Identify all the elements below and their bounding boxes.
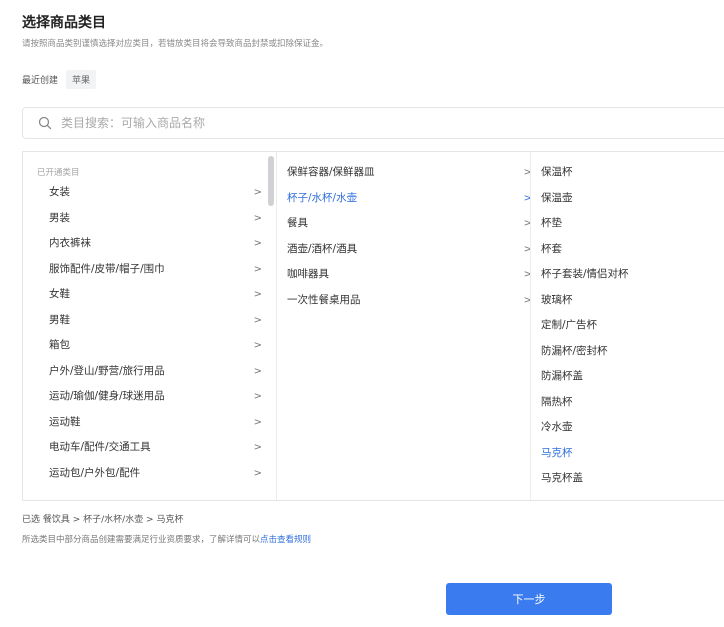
category-level1-item-label: 户外/登山/野营/旅行用品 bbox=[49, 364, 165, 377]
search-input[interactable] bbox=[59, 115, 663, 131]
category-column-level2[interactable]: 保鲜容器/保鲜器皿>杯子/水杯/水壶>餐具>酒壶/酒杯/酒具>咖啡器具>一次性餐… bbox=[276, 152, 530, 500]
category-level3-item-label: 定制/广告杯 bbox=[541, 319, 598, 331]
category-level2-item-label: 酒壶/酒杯/酒具 bbox=[287, 242, 358, 255]
category-level3-item-label: 隔热杯 bbox=[541, 395, 573, 408]
category-level3-item-label: 杯套 bbox=[541, 242, 562, 255]
category-level1-item[interactable]: 箱包 > bbox=[23, 333, 268, 359]
category-level1-item[interactable]: 内衣裤袜 > bbox=[23, 231, 268, 257]
category-level1-item-label: 女装 bbox=[49, 186, 70, 198]
category-level3-item-label: 冷水壶 bbox=[541, 421, 573, 433]
category-level3-item-label: 杯垫 bbox=[541, 217, 562, 229]
category-level2-item[interactable]: 保鲜容器/保鲜器皿> bbox=[277, 160, 530, 186]
next-step-button[interactable]: 下一步 bbox=[446, 583, 612, 615]
chevron-right-icon: > bbox=[253, 289, 262, 300]
category-level3-item-label: 玻璃杯 bbox=[541, 293, 573, 306]
page-description: 请按照商品类别谨慎选择对应类目，若错放类目将会导致商品封禁或扣除保证金。 bbox=[22, 39, 329, 49]
category-level1-item-label: 电动车/配件/交通工具 bbox=[49, 441, 151, 453]
category-level3-item-label: 保温壶 bbox=[541, 191, 573, 204]
chevron-right-icon: > bbox=[253, 314, 262, 326]
category-level3-item-label: 杯子套装/情侣对杯 bbox=[541, 268, 629, 280]
category-column-level3[interactable]: 保温杯保温壶杯垫杯套杯子套装/情侣对杯 玻璃杯定制/广告杯 防漏杯/密封杯 防漏杯盖隔… bbox=[530, 152, 724, 500]
category-level3-item[interactable]: 定制/广告杯 bbox=[531, 313, 724, 339]
category-list-level2: 保鲜容器/保鲜器皿>杯子/水杯/水壶>餐具>酒壶/酒杯/酒具>咖啡器具>一次性餐… bbox=[277, 152, 530, 313]
category-level2-item[interactable]: 餐具> bbox=[277, 211, 530, 237]
category-level1-item-label: 运动包/户外包/配件 bbox=[49, 466, 141, 479]
category-level2-item[interactable]: 杯子/水杯/水壶> bbox=[277, 186, 530, 212]
search-box[interactable] bbox=[22, 107, 724, 139]
category-level1-item[interactable]: 运动包/户外包/配件 > bbox=[23, 461, 268, 487]
recent-row: 最近创建 苹果 bbox=[22, 70, 97, 89]
category-level1-item[interactable]: 运动/瑜伽/健身/球迷用品 > bbox=[23, 384, 268, 410]
category-level1-item[interactable]: 运动鞋 > bbox=[23, 410, 268, 436]
category-level3-item-label: 马克杯 bbox=[541, 446, 573, 459]
category-level3-item[interactable]: 杯套 bbox=[531, 237, 724, 263]
category-level1-item-label: 男装 bbox=[49, 211, 70, 224]
category-level1-item-label: 运动鞋 bbox=[49, 415, 81, 428]
category-list-level3: 保温杯保温壶杯垫杯套杯子套装/情侣对杯 玻璃杯定制/广告杯 防漏杯/密封杯 防漏杯盖隔… bbox=[531, 152, 724, 492]
category-level1-item-label: 运动/瑜伽/健身/球迷用品 bbox=[49, 390, 165, 402]
category-level3-item[interactable]: 防漏杯盖 bbox=[531, 364, 724, 390]
note-text: 所选类目中部分商品创建需要满足行业资质要求，了解详情可以 bbox=[22, 535, 261, 545]
category-level2-item[interactable]: 一次性餐桌用品> bbox=[277, 288, 530, 314]
page-title: 选择商品类目 bbox=[22, 15, 106, 31]
selected-path: 已选 餐饮具 > 杯子/水杯/水壶 > 马克杯 bbox=[22, 515, 184, 525]
category-level3-item[interactable]: 冷水壶 bbox=[531, 415, 724, 441]
category-level1-item-label: 内衣裤袜 bbox=[49, 237, 91, 249]
column-header: 已开通类目 bbox=[37, 168, 80, 178]
chevron-right-icon: > bbox=[253, 187, 262, 198]
category-level3-item-label: 保温杯 bbox=[541, 166, 573, 178]
category-level1-item-label: 箱包 bbox=[49, 339, 70, 351]
category-level1-item[interactable]: 服饰配件/皮带/帽子/围巾 > bbox=[23, 257, 268, 283]
category-level3-item[interactable]: 玻璃杯 bbox=[531, 288, 724, 314]
chevron-right-icon: > bbox=[253, 391, 262, 402]
rules-link[interactable]: 点击查看规则 bbox=[260, 535, 311, 545]
category-level3-item[interactable]: 马克杯盖 bbox=[531, 466, 724, 492]
category-level3-item-label: 马克杯盖 bbox=[541, 472, 583, 484]
category-level1-item[interactable]: 女装 > bbox=[23, 180, 268, 206]
category-level3-item-label: 防漏杯盖 bbox=[541, 370, 583, 382]
recent-tag[interactable]: 苹果 bbox=[66, 70, 97, 89]
category-level3-item[interactable]: 保温杯 bbox=[531, 160, 724, 186]
category-level1-item[interactable]: 女鞋 > bbox=[23, 282, 268, 308]
category-level1-item-label: 服饰配件/皮带/帽子/围巾 bbox=[49, 262, 165, 275]
category-panel: 已开通类目 女装 > 男装 > 内衣裤袜 > 服饰配件/皮带/帽子/围巾 > 女鞋 > 男鞋 > 箱包 >… bbox=[22, 151, 724, 501]
category-level1-item[interactable]: 男鞋 > bbox=[23, 308, 268, 334]
category-level2-item-label: 一次性餐桌用品 bbox=[287, 293, 361, 306]
chevron-right-icon: > bbox=[253, 365, 262, 377]
chevron-right-icon: > bbox=[253, 238, 262, 249]
chevron-right-icon: > bbox=[253, 212, 262, 224]
scrollbar[interactable] bbox=[268, 156, 274, 206]
category-level3-item[interactable]: 隔热杯 bbox=[531, 390, 724, 416]
category-column-level1[interactable]: 已开通类目 女装 > 男装 > 内衣裤袜 > 服饰配件/皮带/帽子/围巾 > 女鞋 > 男鞋 > 箱包 >… bbox=[23, 152, 268, 500]
category-level3-item[interactable]: 保温壶 bbox=[531, 186, 724, 212]
category-level2-item[interactable]: 咖啡器具> bbox=[277, 262, 530, 288]
chevron-right-icon: > bbox=[253, 340, 262, 351]
category-level1-item[interactable]: 男装 > bbox=[23, 206, 268, 232]
category-level2-item-label: 保鲜容器/保鲜器皿 bbox=[287, 166, 375, 178]
category-level3-item[interactable]: 杯垫 bbox=[531, 211, 724, 237]
category-level2-item[interactable]: 酒壶/酒杯/酒具> bbox=[277, 237, 530, 263]
category-level3-item[interactable]: 杯子套装/情侣对杯 bbox=[531, 262, 724, 288]
category-level1-item[interactable]: 户外/登山/野营/旅行用品 > bbox=[23, 359, 268, 385]
recent-label: 最近创建 bbox=[22, 76, 59, 86]
search-icon bbox=[37, 115, 53, 131]
category-level3-item-label: 防漏杯/密封杯 bbox=[541, 344, 608, 357]
chevron-right-icon: > bbox=[253, 442, 262, 453]
category-level1-item[interactable]: 电动车/配件/交通工具 > bbox=[23, 435, 268, 461]
category-level3-item[interactable]: 马克杯 bbox=[531, 441, 724, 467]
chevron-right-icon: > bbox=[253, 263, 262, 275]
category-level3-item[interactable]: 防漏杯/密封杯 bbox=[531, 339, 724, 365]
category-list-level1: 女装 > 男装 > 内衣裤袜 > 服饰配件/皮带/帽子/围巾 > 女鞋 > 男鞋 > 箱包 > 户外/登山/… bbox=[23, 178, 268, 486]
category-level2-item-label: 咖啡器具 bbox=[287, 268, 329, 280]
category-level1-item-label: 女鞋 bbox=[49, 288, 70, 300]
qualification-note: 所选类目中部分商品创建需要满足行业资质要求，了解详情可以点击查看规则 bbox=[22, 533, 311, 545]
chevron-right-icon: > bbox=[253, 416, 262, 428]
chevron-right-icon: > bbox=[253, 467, 262, 479]
category-level2-item-label: 杯子/水杯/水壶 bbox=[287, 191, 358, 204]
category-level1-item-label: 男鞋 bbox=[49, 313, 70, 326]
category-level2-item-label: 餐具 bbox=[287, 217, 308, 229]
